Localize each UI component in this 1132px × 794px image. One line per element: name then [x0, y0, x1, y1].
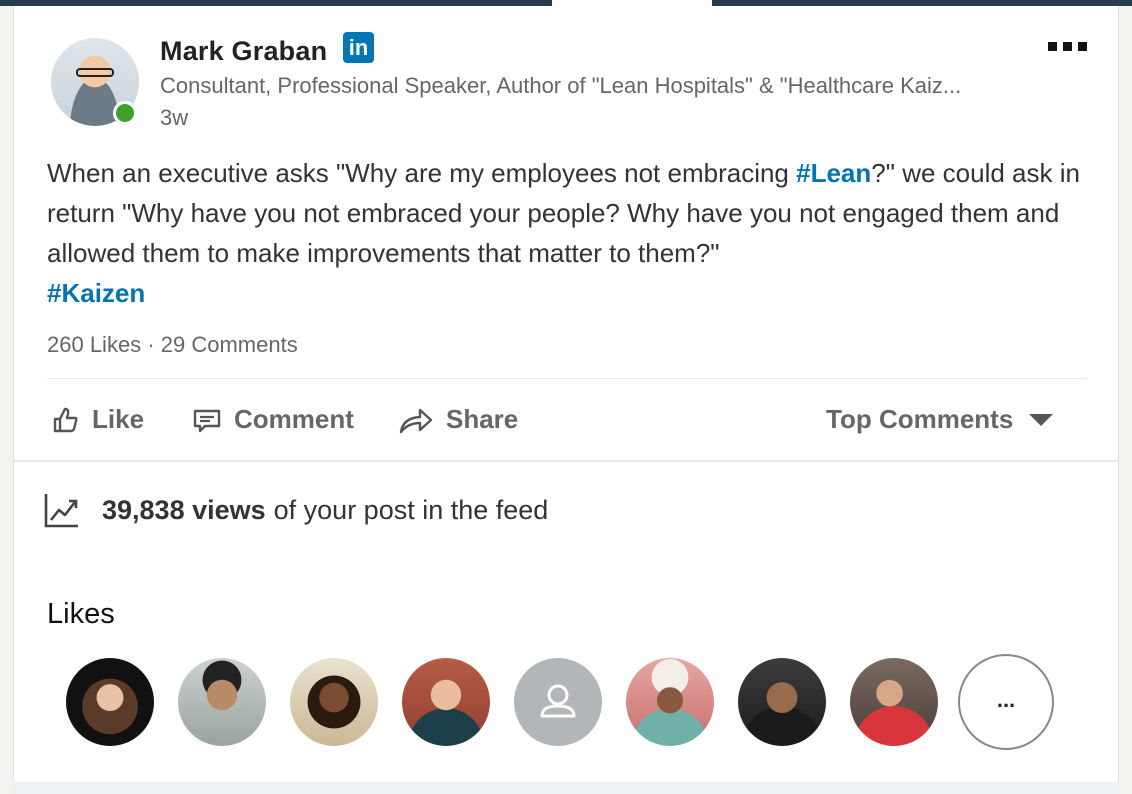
liker-avatar[interactable]	[626, 658, 714, 746]
likes-heading: Likes	[47, 598, 115, 630]
liker-avatar[interactable]	[290, 658, 378, 746]
share-button[interactable]: Share	[398, 404, 518, 435]
comment-button[interactable]: Comment	[192, 404, 354, 435]
views-suffix: of your post in the feed	[273, 494, 549, 525]
comment-label: Comment	[234, 404, 354, 434]
comments-count-link[interactable]: 29 Comments	[161, 332, 298, 357]
liker-avatar[interactable]	[738, 658, 826, 746]
online-status-indicator	[113, 101, 137, 125]
views-count: 39,838 views	[102, 494, 266, 525]
post-card: Mark Graban in Consultant, Professional …	[13, 6, 1119, 782]
comment-icon	[193, 409, 221, 432]
post-text-part1: When an executive asks "Why are my emplo…	[47, 158, 797, 188]
liker-avatar[interactable]	[402, 658, 490, 746]
avatar-glasses	[76, 68, 114, 77]
more-likers-button[interactable]: ...	[958, 654, 1054, 750]
section-divider	[14, 460, 1118, 462]
more-options-icon[interactable]	[1048, 42, 1087, 51]
post-views-summary[interactable]: 39,838 views of your post in the feed	[44, 492, 548, 528]
likes-count-link[interactable]: 260 Likes	[47, 332, 141, 357]
post-body: When an executive asks "Why are my emplo…	[47, 153, 1107, 313]
share-label: Share	[446, 404, 519, 434]
sort-label: Top Comments	[826, 404, 1014, 434]
comment-sort-dropdown[interactable]: Top Comments	[826, 404, 1054, 435]
social-counts: 260 Likes · 29 Comments	[47, 332, 298, 358]
liker-avatar[interactable]	[66, 658, 154, 746]
author-headline: Consultant, Professional Speaker, Author…	[160, 73, 962, 98]
liker-avatar-placeholder[interactable]	[514, 658, 602, 746]
caret-down-icon	[1029, 413, 1054, 426]
share-arrow-icon	[399, 408, 433, 433]
counts-separator: ·	[147, 332, 155, 357]
author-name[interactable]: Mark Graban	[160, 36, 327, 67]
divider	[47, 378, 1087, 379]
like-label: Like	[92, 404, 145, 434]
next-post-edge	[13, 782, 1119, 794]
hashtag-kaizen-link[interactable]: #Kaizen	[47, 278, 145, 308]
trending-chart-icon	[44, 494, 78, 528]
liker-avatar[interactable]	[850, 658, 938, 746]
linkedin-influencer-badge-icon: in	[343, 32, 374, 63]
hashtag-lean-link[interactable]: #Lean	[796, 158, 871, 188]
like-button[interactable]: Like	[50, 404, 144, 435]
person-placeholder-icon	[540, 684, 576, 718]
liker-avatar[interactable]	[178, 658, 266, 746]
thumbs-up-icon	[53, 407, 78, 432]
post-timestamp: 3w	[160, 105, 189, 130]
